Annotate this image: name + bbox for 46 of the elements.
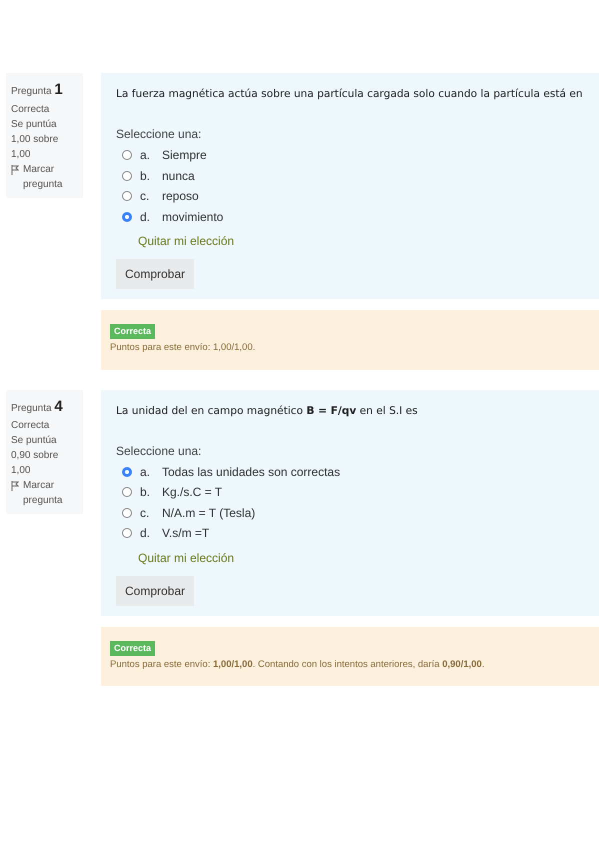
question-grade: Se puntúa 0,90 sobre 1,00 <box>11 434 60 478</box>
option-label[interactable]: nunca <box>162 166 195 185</box>
clear-choice-link[interactable]: Quitar mi elección <box>138 232 234 250</box>
radio-button[interactable] <box>122 528 132 538</box>
question-number: 4 <box>54 398 63 415</box>
status-badge: Correcta <box>110 324 156 340</box>
status-badge: Correcta <box>110 640 156 656</box>
option-label[interactable]: Todas las unidades son correctas <box>162 462 340 481</box>
question-state: Correcta <box>11 102 50 116</box>
check-button[interactable]: Comprobar <box>116 258 194 289</box>
radio-button[interactable] <box>122 150 132 160</box>
feedback-text: Puntos para este envío: 1,00/1,00. Contando con los intentos anteriores, daría 0,90/1,00. <box>110 658 486 672</box>
radio-button[interactable] <box>122 487 132 498</box>
option-letter: a. <box>140 464 152 481</box>
question-grade: Se puntúa 1,00 sobre 1,00 <box>11 118 60 162</box>
radio-button[interactable] <box>122 212 132 222</box>
select-prompt: Seleccione una: <box>116 442 202 460</box>
question-state: Correcta <box>11 419 50 434</box>
option-letter: a. <box>140 147 152 164</box>
question-label: Pregunta <box>11 86 52 97</box>
option-label[interactable]: Kg./s.C = T <box>162 483 222 502</box>
check-button[interactable]: Comprobar <box>116 576 194 606</box>
option-label[interactable]: N/A.m = T (Tesla) <box>162 504 256 522</box>
feedback-text: Puntos para este envío: 1,00/1,00. <box>110 341 256 356</box>
option-label[interactable]: Siempre <box>162 146 207 164</box>
option-letter: b. <box>140 484 152 502</box>
radio-button[interactable] <box>122 191 132 202</box>
select-prompt: Seleccione una: <box>116 126 202 143</box>
question-number: 1 <box>54 81 63 98</box>
question-text: La fuerza magnética actúa sobre una partícula cargada solo cuando la partícula está en <box>116 87 584 102</box>
question-text: La unidad del en campo magnético B = F/qv en el S.I es <box>116 404 419 419</box>
option-label[interactable]: V.s/m =T <box>162 524 210 542</box>
option-letter: d. <box>140 208 152 226</box>
radio-button[interactable] <box>122 466 132 477</box>
radio-button[interactable] <box>122 508 132 518</box>
flag-link[interactable]: Marcar pregunta <box>23 478 78 508</box>
option-letter: c. <box>140 504 150 522</box>
option-letter: d. <box>140 525 152 542</box>
option-letter: b. <box>140 168 152 185</box>
clear-choice-link[interactable]: Quitar mi elección <box>138 548 234 567</box>
option-label[interactable]: movimiento <box>162 208 224 226</box>
radio-button[interactable] <box>122 170 132 181</box>
flag-link[interactable]: Marcar pregunta <box>23 162 78 192</box>
question-label: Pregunta <box>11 402 52 414</box>
option-letter: c. <box>140 188 150 206</box>
option-label[interactable]: reposo <box>162 187 199 206</box>
